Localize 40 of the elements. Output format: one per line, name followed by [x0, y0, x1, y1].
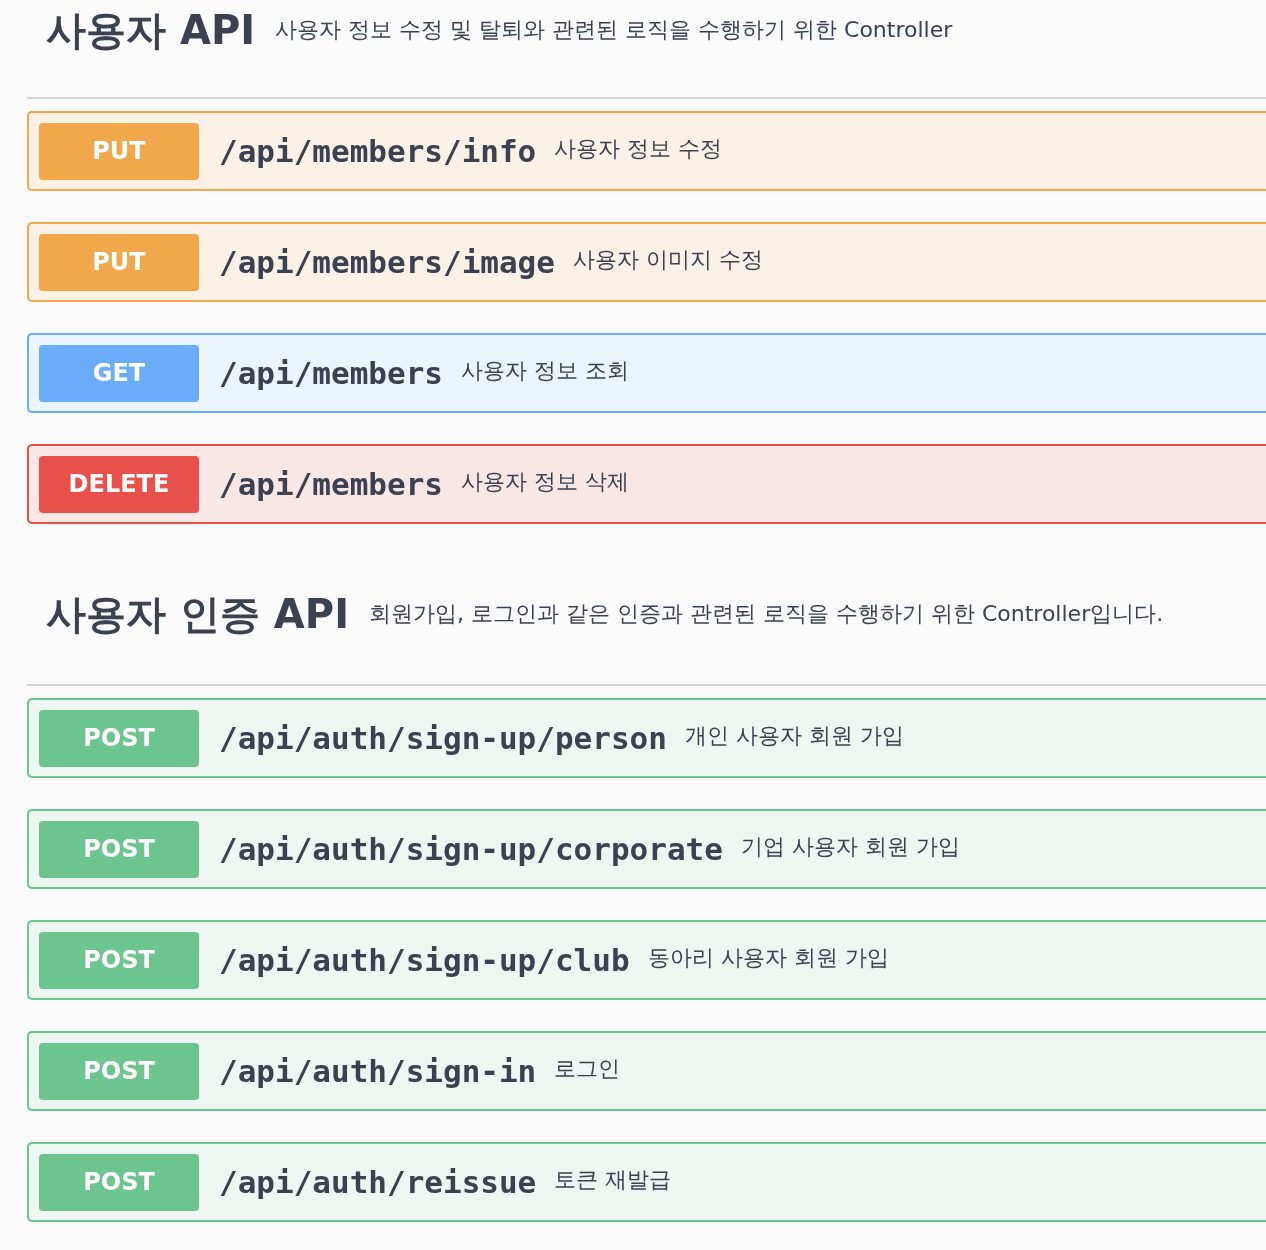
method-badge: POST	[39, 931, 199, 989]
method-badge: GET	[39, 344, 199, 402]
endpoint-summary: 기업 사용자 회원 가입	[740, 832, 960, 861]
method-badge: POST	[39, 820, 199, 878]
endpoint-path: /api/members/image	[219, 242, 555, 282]
endpoint-row[interactable]: PUT /api/members/image 사용자 이미지 수정	[27, 222, 1266, 302]
endpoint-row[interactable]: GET /api/members 사용자 정보 조회	[27, 333, 1266, 413]
endpoint-summary: 토큰 재발급	[554, 1165, 672, 1194]
endpoint-summary: 개인 사용자 회원 가입	[684, 721, 904, 750]
method-badge: POST	[39, 709, 199, 767]
method-badge: PUT	[39, 122, 199, 180]
method-badge: PUT	[39, 233, 199, 291]
section-description: 회원가입, 로그인과 같은 인증과 관련된 로직을 수행하기 위한 Controller입니다.	[369, 600, 1164, 628]
method-badge: POST	[39, 1042, 199, 1100]
endpoint-row[interactable]: DELETE /api/members 사용자 정보 삭제	[27, 444, 1266, 524]
endpoint-path: /api/members	[219, 353, 443, 393]
endpoint-path: /api/auth/sign-up/club	[219, 940, 630, 980]
endpoint-path: /api/members/info	[219, 131, 537, 171]
endpoint-path: /api/auth/sign-in	[219, 1051, 537, 1091]
endpoint-summary: 사용자 정보 조회	[460, 356, 629, 385]
endpoint-row[interactable]: POST /api/auth/sign-up/club 동아리 사용자 회원 가입	[27, 920, 1266, 1000]
endpoint-summary: 사용자 이미지 수정	[572, 245, 763, 274]
endpoint-row[interactable]: PUT /api/members/info 사용자 정보 수정	[27, 111, 1266, 191]
endpoint-summary: 로그인	[554, 1054, 621, 1083]
endpoint-path: /api/members	[219, 464, 443, 504]
method-badge: DELETE	[39, 455, 199, 513]
endpoint-row[interactable]: POST /api/auth/reissue 토큰 재발급	[27, 1142, 1266, 1222]
method-badge: POST	[39, 1153, 199, 1211]
endpoint-summary: 사용자 정보 삭제	[460, 467, 629, 496]
endpoint-path: /api/auth/reissue	[219, 1162, 537, 1202]
section-title: 사용자 인증 API	[46, 590, 349, 639]
endpoint-row[interactable]: POST /api/auth/sign-in 로그인	[27, 1031, 1266, 1111]
endpoint-row[interactable]: POST /api/auth/sign-up/person 개인 사용자 회원 가입	[27, 698, 1266, 778]
endpoint-summary: 사용자 정보 수정	[554, 134, 723, 163]
endpoint-row[interactable]: POST /api/auth/sign-up/corporate 기업 사용자 회원 가입	[27, 809, 1266, 889]
endpoint-path: /api/auth/sign-up/person	[219, 718, 667, 758]
section-title: 사용자 API	[46, 6, 256, 55]
section-description: 사용자 정보 수정 및 탈퇴와 관련된 로직을 수행하기 위한 Controller	[275, 16, 953, 44]
endpoint-summary: 동아리 사용자 회원 가입	[647, 943, 889, 972]
endpoint-path: /api/auth/sign-up/corporate	[219, 829, 723, 869]
